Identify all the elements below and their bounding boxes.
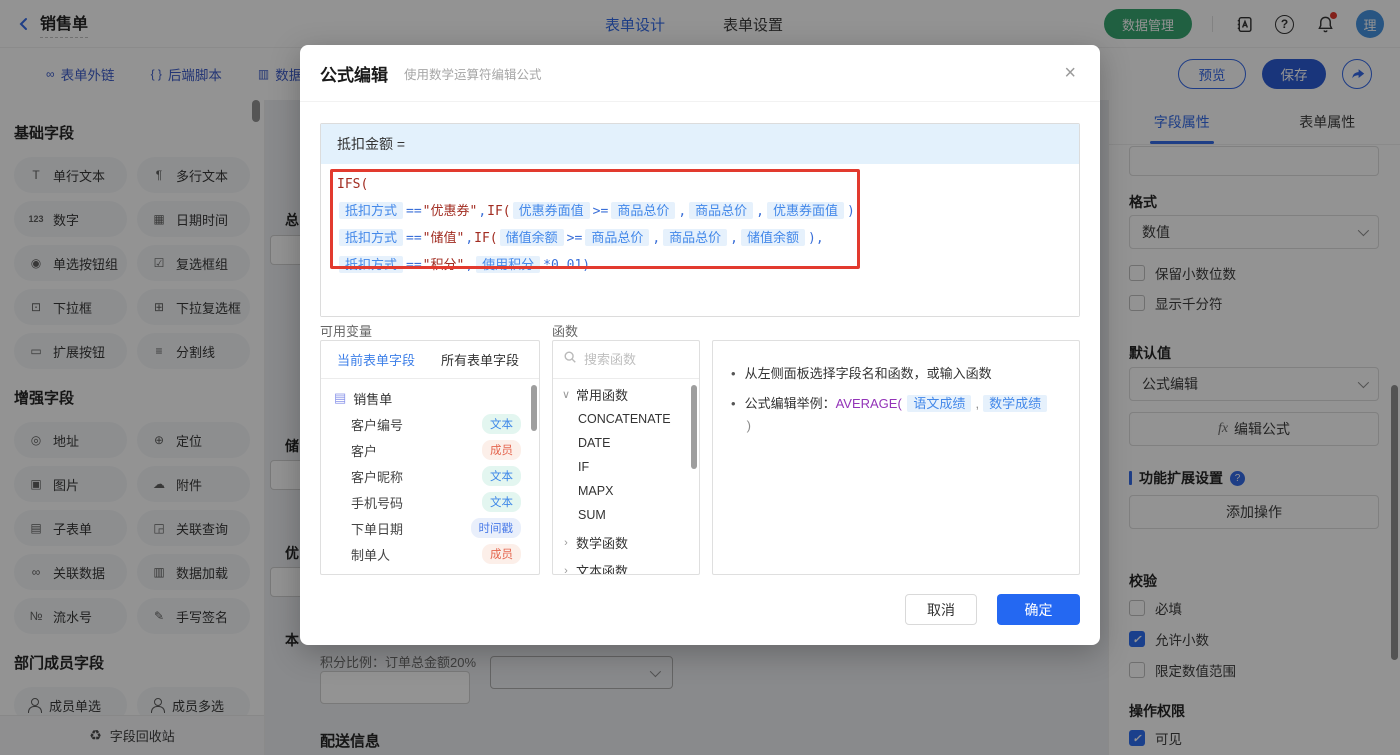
type-badge: 文本 <box>482 492 521 512</box>
example-function: AVERAGE( <box>836 396 902 411</box>
formula-input-area[interactable]: IFS( 抵扣方式=="优惠券",IF(优惠券面值>=商品总价,商品总价,优惠券… <box>321 164 1079 316</box>
function-item[interactable]: DATE <box>553 431 699 455</box>
variable-row[interactable]: 制单人成员 <box>321 541 539 567</box>
confirm-button[interactable]: 确定 <box>997 594 1080 625</box>
variable-row[interactable]: 客户成员 <box>321 437 539 463</box>
field-token: 储值余额 <box>500 229 564 246</box>
function-token: IF( <box>487 204 510 219</box>
function-search[interactable] <box>553 341 699 379</box>
search-icon <box>563 350 577 369</box>
bullet-icon: • <box>731 363 736 385</box>
formula-target-field: 抵扣金额 = <box>321 124 1079 164</box>
formula-editor-modal: 公式编辑 使用数学运算符编辑公式 × 抵扣金额 = IFS( 抵扣方式=="优惠… <box>300 45 1100 645</box>
type-badge: 成员 <box>482 544 521 564</box>
string-token: "优惠券" <box>423 204 478 219</box>
function-group-text[interactable]: ›文本函数 <box>553 558 699 575</box>
variable-row[interactable]: 手机号码文本 <box>321 489 539 515</box>
operator-token: == <box>406 231 422 246</box>
cancel-button[interactable]: 取消 <box>905 594 977 625</box>
modal-footer: 取消 确定 <box>300 575 1100 645</box>
tab-current-form-fields[interactable]: 当前表单字段 <box>337 350 415 369</box>
functions-label: 函数 <box>552 321 578 340</box>
field-token: 商品总价 <box>663 229 727 246</box>
field-token: 抵扣方式 <box>339 202 403 219</box>
operator-token: , <box>678 204 686 219</box>
tab-all-form-fields[interactable]: 所有表单字段 <box>441 350 519 369</box>
field-token: 储值余额 <box>741 229 805 246</box>
variables-label: 可用变量 <box>320 321 372 340</box>
help-example: 公式编辑举例：AVERAGE( 语文成绩,数学成绩 ) <box>745 393 1061 437</box>
variable-row[interactable]: 下单日期时间戳 <box>321 515 539 541</box>
chevron-down-icon: ∨ <box>561 388 571 401</box>
search-input[interactable] <box>584 352 684 367</box>
field-token: 商品总价 <box>611 202 675 219</box>
help-text: 从左侧面板选择字段名和函数，或输入函数 <box>745 363 992 385</box>
close-icon[interactable]: × <box>1064 63 1076 83</box>
variables-panel: 当前表单字段 所有表单字段 ▤销售单 客户编号文本 客户成员 客户昵称文本 手机… <box>320 340 540 575</box>
function-token: IF( <box>474 231 497 246</box>
field-token: 抵扣方式 <box>339 256 403 273</box>
bullet-icon: • <box>731 393 736 415</box>
help-panel: • 从左侧面板选择字段名和函数，或输入函数 • 公式编辑举例：AVERAGE( 语文… <box>712 340 1080 575</box>
type-badge: 文本 <box>482 466 521 486</box>
modal-subtitle: 使用数学运算符编辑公式 <box>404 64 542 83</box>
variable-row[interactable]: 客户昵称文本 <box>321 463 539 489</box>
operator-token: ), <box>808 231 824 246</box>
formula-editor: 抵扣金额 = IFS( 抵扣方式=="优惠券",IF(优惠券面值>=商品总价,商… <box>320 123 1080 317</box>
operator-token: == <box>406 258 422 273</box>
field-token: 优惠券面值 <box>767 202 844 219</box>
operator-token: , <box>465 231 473 246</box>
field-token: 抵扣方式 <box>339 229 403 246</box>
functions-panel: ∨常用函数 CONCATENATE DATE IF MAPX SUM ›数学函数… <box>552 340 700 575</box>
type-badge: 时间戳 <box>471 518 522 538</box>
operator-token: , <box>478 204 486 219</box>
operator-token: , <box>652 231 660 246</box>
operator-token: *0.01) <box>543 258 590 273</box>
field-token: 优惠券面值 <box>513 202 590 219</box>
string-token: "储值" <box>423 231 465 246</box>
function-token: IFS( <box>337 177 368 192</box>
function-item[interactable]: SUM <box>553 503 699 527</box>
field-token: 商品总价 <box>689 202 753 219</box>
modal-title: 公式编辑 <box>320 61 388 86</box>
variable-row[interactable]: 客户编号文本 <box>321 411 539 437</box>
functions-scrollbar[interactable] <box>691 385 697 469</box>
variables-scrollbar[interactable] <box>531 385 537 431</box>
operator-token: ), <box>847 204 863 219</box>
operator-token: >= <box>593 204 609 219</box>
operator-token: , <box>756 204 764 219</box>
operator-token: == <box>406 204 422 219</box>
form-node[interactable]: ▤销售单 <box>321 385 539 411</box>
type-badge: 成员 <box>482 440 521 460</box>
field-token: 数学成绩 <box>983 395 1047 412</box>
field-token: 使用积分 <box>476 256 540 273</box>
function-item[interactable]: MAPX <box>553 479 699 503</box>
field-token: 商品总价 <box>585 229 649 246</box>
function-item[interactable]: IF <box>553 455 699 479</box>
type-badge: 文本 <box>482 414 521 434</box>
operator-token: >= <box>567 231 583 246</box>
document-icon: ▤ <box>334 390 346 406</box>
chevron-right-icon: › <box>561 537 571 549</box>
string-token: "积分" <box>423 258 465 273</box>
function-group-math[interactable]: ›数学函数 <box>553 530 699 555</box>
function-group-common[interactable]: ∨常用函数 <box>553 382 699 407</box>
chevron-right-icon: › <box>561 565 571 576</box>
field-token: 语文成绩 <box>907 395 971 412</box>
operator-token: , <box>465 258 473 273</box>
function-item[interactable]: CONCATENATE <box>553 407 699 431</box>
operator-token: , <box>730 231 738 246</box>
